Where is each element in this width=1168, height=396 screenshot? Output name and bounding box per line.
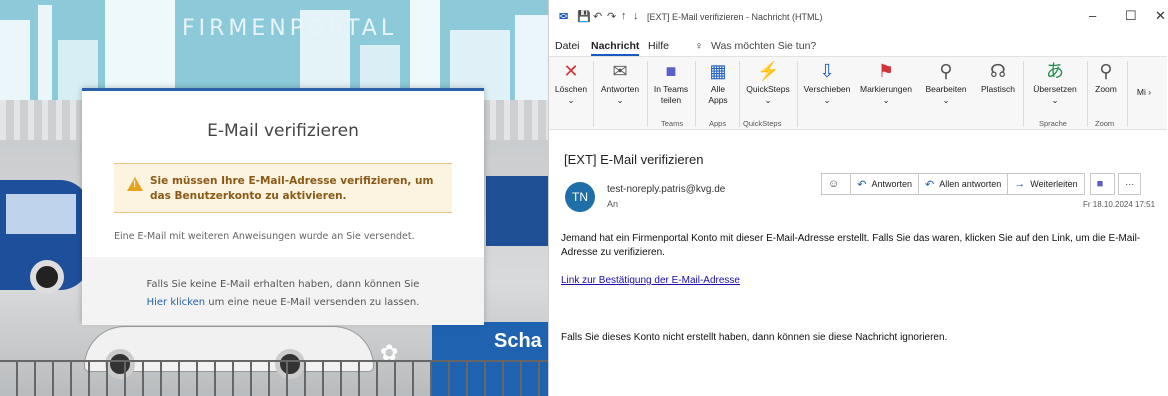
reply-button[interactable]: ✉ Antworten ⌄ [597, 61, 643, 106]
translate-icon: あ [1046, 61, 1064, 81]
group-teams: Teams [661, 119, 684, 128]
resend-link[interactable]: Hier klicken [147, 297, 206, 308]
minimize-button[interactable]: – [1089, 8, 1096, 23]
email-body-text: Jemand hat ein Firmenportal Konto mit di… [561, 233, 1141, 258]
info-text: Eine E-Mail mit weiteren Anweisungen wur… [114, 231, 415, 242]
ribbon-separator [1087, 61, 1088, 127]
down-arrow-icon[interactable]: ↓ [633, 10, 639, 22]
menu-nachricht[interactable]: Nachricht [591, 40, 640, 56]
reply-all-icon: ↶ [924, 178, 935, 191]
maximize-button[interactable]: ☐ [1125, 8, 1137, 24]
zoom-button[interactable]: ⚲ Zoom [1089, 61, 1123, 95]
card-footer: Falls Sie keine E-Mail erhalten haben, d… [82, 257, 484, 325]
delete-button[interactable]: ✕ Löschen ⌄ [553, 61, 589, 106]
footer-rest-text: um eine neue E-Mail versenden zu lassen. [205, 297, 420, 308]
group-apps: Apps [709, 119, 727, 128]
group-zoom: Zoom [1095, 119, 1115, 128]
teams-action-button[interactable]: ■ [1089, 173, 1116, 195]
immersive-reader-button[interactable]: ☊ Plastisch [977, 61, 1019, 95]
flag-icon: ⚑ [877, 61, 895, 81]
smiley-icon: ☺ [828, 178, 840, 190]
teams-share-button[interactable]: ■ In Teams teilen [651, 61, 691, 106]
ribbon-separator [739, 61, 740, 127]
menu-datei[interactable]: Datei [555, 40, 580, 52]
apps-icon: ▦ [709, 61, 727, 81]
warning-icon [127, 177, 143, 191]
email-subject: [EXT] E-Mail verifizieren [564, 152, 704, 167]
ribbon-separator [797, 61, 798, 127]
more-actions-button[interactable]: ··· [1118, 173, 1142, 195]
save-icon[interactable]: 💾 [577, 10, 591, 23]
lightbulb-icon: ♀ [695, 40, 703, 52]
portal-panel: FIRMENPORTAL Scha ✿ E-Mail verifizieren … [0, 0, 548, 396]
move-icon: ⇩ [819, 61, 835, 81]
search-icon: ⚲ [939, 61, 953, 81]
forward-arrow-icon: → [1014, 178, 1026, 190]
window-title: [EXT] E-Mail verifizieren - Nachricht (H… [647, 12, 823, 22]
footer-text: Falls Sie keine E-Mail erhalten haben, d… [146, 279, 420, 290]
tell-me-search[interactable]: Was möchten Sie tun? [711, 40, 816, 52]
recipient-label: An [607, 199, 619, 209]
bus-illustration [0, 180, 90, 294]
up-arrow-icon[interactable]: ↑ [621, 10, 627, 22]
footer-link-line: Hier klicken um eine neue E-Mail versend… [82, 297, 484, 308]
redo-icon[interactable]: ↷ [607, 10, 616, 23]
move-button[interactable]: ⇩ Verschieben ⌄ [801, 61, 853, 106]
quicksteps-button[interactable]: ⚡ QuickSteps ⌄ [743, 61, 793, 106]
reply-all-button[interactable]: ↶ Allen antworten [917, 173, 1009, 195]
bus-wheel [30, 260, 64, 294]
flag-button[interactable]: ⚑ Markierungen ⌄ [857, 61, 915, 106]
title-bar: ✉ 💾 ↶ ↷ ↑ ↓ [EXT] E-Mail verifizieren - … [549, 0, 1168, 34]
group-quicksteps: QuickSteps [743, 119, 782, 128]
portal-brand: FIRMENPORTAL [182, 16, 398, 41]
alert-text: Sie müssen Ihre E-Mail-Adresse verifizie… [150, 175, 434, 202]
translate-button[interactable]: あ Übersetzen ⌄ [1027, 61, 1083, 106]
reader-icon: ☊ [990, 61, 1006, 81]
delete-icon: ✕ [563, 61, 579, 81]
all-apps-button[interactable]: ▦ Alle Apps [701, 61, 735, 106]
email-date: Fr 18.10.2024 17:51 [1083, 200, 1156, 209]
teams-icon: ■ [665, 61, 677, 81]
close-button[interactable]: ✕ [1155, 8, 1166, 24]
verify-link[interactable]: Link zur Bestätigung der E-Mail-Adresse [561, 275, 740, 286]
ribbon: ✕ Löschen ⌄ ✉ Antworten ⌄ ■ In Teams teile… [549, 56, 1167, 130]
forward-button[interactable]: → Weiterleiten [1007, 173, 1085, 195]
reply-icon: ✉ [612, 61, 628, 81]
fence-illustration [0, 360, 548, 396]
zoom-icon: ⚲ [1099, 61, 1113, 81]
edit-button[interactable]: ⚲ Bearbeiten ⌄ [921, 61, 971, 106]
more-button[interactable]: Mi › [1133, 87, 1155, 98]
ribbon-separator [695, 61, 696, 127]
menu-bar: Datei Nachricht Hilfe ♀ Was möchten Sie … [549, 36, 1168, 56]
ribbon-separator [647, 61, 648, 127]
teams-icon: ■ [1096, 178, 1104, 190]
lightning-icon: ⚡ [757, 61, 780, 81]
verify-card: E-Mail verifizieren Sie müssen Ihre E-Ma… [82, 88, 484, 325]
email-body-footer: Falls Sie dieses Konto nicht erstellt ha… [561, 332, 948, 343]
email-actions: ☺ ↶ Antworten ↶ Allen antworten → Weiterlei… [821, 173, 1142, 195]
bus-lettering: Scha [494, 330, 542, 352]
avatar[interactable]: TN [565, 182, 595, 212]
ellipsis-icon: ··· [1125, 179, 1135, 189]
menu-hilfe[interactable]: Hilfe [648, 40, 669, 52]
card-title: E-Mail verifizieren [207, 121, 359, 141]
emoji-button[interactable]: ☺ [821, 173, 852, 195]
outlook-logo-icon: ✉ [559, 11, 569, 23]
reply-arrow-icon: ↶ [857, 178, 867, 191]
ribbon-separator [593, 61, 594, 127]
bus-illustration-right [486, 176, 548, 246]
warning-alert: Sie müssen Ihre E-Mail-Adresse verifizie… [114, 163, 452, 213]
reply-action-button[interactable]: ↶ Antworten [850, 173, 919, 195]
ribbon-separator [1127, 61, 1128, 127]
undo-icon[interactable]: ↶ [593, 10, 602, 23]
ribbon-separator [1023, 61, 1024, 127]
bus-window [6, 194, 76, 234]
group-sprache: Sprache [1039, 119, 1067, 128]
outlook-window: ✉ 💾 ↶ ↷ ↑ ↓ [EXT] E-Mail verifizieren - … [548, 0, 1168, 396]
sender-address[interactable]: test-noreply.patris@kvg.de [607, 184, 725, 195]
